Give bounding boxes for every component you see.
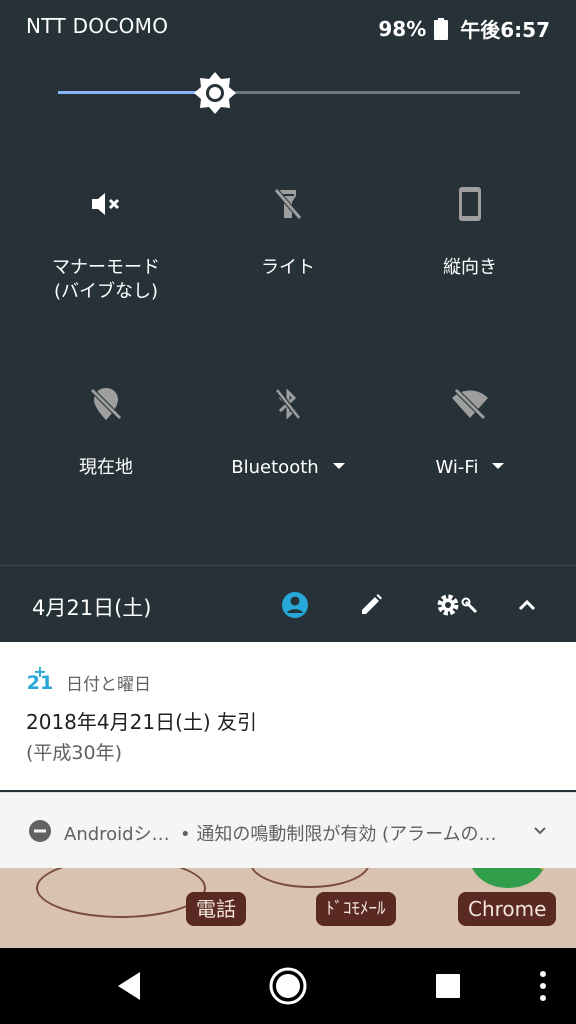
notification-text: • 通知の鳴動制限が有効 (アラームの… — [180, 824, 497, 845]
tile-label: ライト — [261, 257, 315, 278]
quick-settings-footer: 4月21日(土) — [0, 566, 576, 642]
notification-app-name: 日付と曜日 — [66, 675, 151, 695]
tile-label-text: Bluetooth — [231, 457, 319, 478]
carrier-name: NTT DOCOMO — [26, 14, 169, 38]
tile-sublabel: (バイブなし) — [53, 281, 159, 302]
battery-percent: 98% — [378, 16, 427, 41]
tile-label: マナーモード — [52, 257, 160, 278]
volume-mute-icon — [92, 193, 120, 215]
dropdown-caret-icon[interactable] — [332, 463, 345, 469]
collapse-chevron-up-icon[interactable] — [512, 590, 542, 620]
wallpaper-doodle — [250, 868, 370, 888]
tile-label: Bluetooth — [192, 456, 384, 480]
brightness-slider[interactable] — [58, 70, 520, 116]
tile-label-text: Wi-Fi — [435, 457, 479, 478]
tile-orientation[interactable]: 縦向き — [374, 184, 566, 280]
more-options-icon[interactable] — [536, 968, 550, 1004]
battery-icon — [434, 17, 449, 40]
brightness-thumb-icon[interactable] — [192, 70, 238, 116]
wifi-off-icon — [452, 388, 488, 420]
bluetooth-off-icon — [275, 388, 301, 420]
notification-title: 2018年4月21日(土) 友引 — [26, 710, 258, 734]
tile-location[interactable]: 現在地 — [10, 384, 202, 480]
dropdown-caret-icon[interactable] — [492, 463, 505, 469]
home-screen-background: 電話 ﾄﾞｺﾓﾒｰﾙ Chrome — [0, 868, 576, 948]
notification-system-card[interactable]: Androidシ… • 通知の鳴動制限が有効 (アラームの… — [0, 792, 576, 868]
tile-label: Wi-Fi — [374, 456, 566, 480]
tile-bluetooth[interactable]: Bluetooth — [192, 384, 384, 480]
docomo-mail-app-label[interactable]: ﾄﾞｺﾓﾒｰﾙ — [316, 892, 396, 926]
tile-label: 縦向き — [443, 257, 497, 278]
user-account-icon[interactable] — [280, 590, 310, 620]
location-off-icon — [90, 388, 122, 420]
notification-date-card[interactable]: + 21 日付と曜日 2018年4月21日(土) 友引 (平成30年) — [0, 642, 576, 790]
tile-wifi[interactable]: Wi-Fi — [374, 384, 566, 480]
home-icon[interactable] — [268, 966, 308, 1006]
notification-app-name: Androidシ… — [64, 824, 170, 845]
footer-date: 4月21日(土) — [32, 596, 152, 620]
navigation-bar — [0, 948, 576, 1024]
expand-chevron-down-icon[interactable] — [532, 823, 548, 839]
chrome-app-label[interactable]: Chrome — [458, 892, 557, 926]
phone-app-label[interactable]: 電話 — [186, 892, 246, 926]
tile-manner-mode[interactable]: マナーモード (バイブなし) — [10, 184, 202, 304]
tile-label: 現在地 — [79, 457, 133, 478]
clock: 午後6:57 — [460, 18, 550, 42]
wallpaper-doodle — [36, 868, 206, 918]
notification-text: (平成30年) — [26, 742, 123, 764]
status-bar: NTT DOCOMO 98% 午後6:57 — [0, 0, 576, 52]
flashlight-off-icon — [274, 188, 302, 220]
edit-pencil-icon[interactable] — [356, 590, 386, 620]
settings-gear-icon[interactable] — [434, 590, 482, 620]
back-icon[interactable] — [112, 968, 146, 1004]
tile-flashlight[interactable]: ライト — [192, 184, 384, 280]
status-right: 98% 午後6:57 — [378, 14, 550, 43]
phone-portrait-icon — [459, 187, 481, 221]
recent-apps-icon[interactable] — [434, 972, 462, 1000]
do-not-disturb-icon — [29, 820, 51, 842]
calendar-icon: + 21 — [26, 662, 54, 694]
calendar-icon-number: 21 — [26, 672, 54, 694]
chrome-app-icon[interactable] — [470, 868, 546, 888]
